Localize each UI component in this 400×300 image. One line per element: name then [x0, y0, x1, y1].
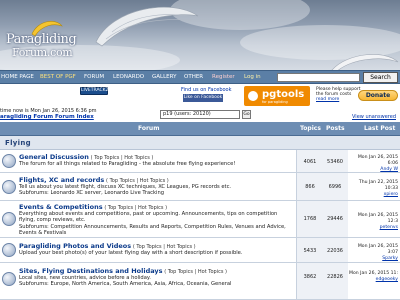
last-post-user[interactable]: Sparky: [349, 256, 398, 262]
category-title[interactable]: Flying: [5, 139, 31, 147]
logo-text: Forum.com: [12, 46, 73, 59]
last-post: Mon Jan 26, 2015 3:07 Sparky: [349, 244, 400, 262]
last-post-user[interactable]: edgeoeky: [349, 277, 398, 283]
forum-cell: General Discussion ( Top Topics | Hot To…: [19, 153, 294, 167]
search-button[interactable]: Search: [363, 72, 398, 83]
paraglider-wing-image: [331, 54, 399, 70]
pgtools-title: pgtools: [262, 89, 305, 100]
forum-folder-icon: [2, 243, 16, 257]
forum-subforums[interactable]: Subforums: Leonardo XC server, Leonardo …: [19, 190, 294, 196]
nav-home[interactable]: HOME PAGE: [1, 74, 34, 80]
forum-cell: Flights, XC and records ( Top Topics | H…: [19, 176, 294, 197]
forum-row: Flights, XC and records ( Top Topics | H…: [0, 173, 400, 201]
forum-cell: Events & Competitions ( Top Topics | Hot…: [19, 203, 294, 236]
last-post-date: Mon Jan 26, 2015 3:07: [357, 244, 398, 255]
header-topics: Topics: [300, 125, 321, 132]
pgtools-icon: [248, 91, 258, 101]
forum-description: Upload your best photo(s) of your latest…: [19, 250, 243, 256]
forum-title-link[interactable]: Paragliding Photos and Videos: [19, 242, 131, 250]
read-more-link[interactable]: read more: [316, 97, 339, 102]
support-text: Please help support the forum costs: [316, 87, 361, 98]
forum-title-link[interactable]: General Discussion: [19, 153, 89, 161]
nav-best-of-pgf[interactable]: BEST OF PGF: [40, 74, 76, 80]
last-post: Mon Jan 26, 2015 11: edgeoeky: [349, 271, 400, 283]
nav-login[interactable]: Log in: [244, 74, 261, 80]
forum-description: The forum for all things related to Para…: [19, 161, 236, 167]
last-post-user[interactable]: xpiero: [349, 192, 398, 198]
header-forum: Forum: [138, 125, 160, 132]
posts-count: 22036: [322, 238, 348, 262]
header-posts: Posts: [326, 125, 345, 132]
forum-cell: Paragliding Photos and Videos ( Top Topi…: [19, 242, 294, 256]
site-banner: Paragliding Forum.com: [0, 0, 400, 70]
livetrack-badge[interactable]: LIVETRACK24: [80, 87, 111, 95]
topics-count: 3862: [297, 263, 323, 299]
forum-title-link[interactable]: Flights, XC and records: [19, 176, 104, 184]
posts-count: 29446: [322, 201, 348, 237]
posts-count: 53460: [322, 150, 348, 172]
topics-count: 866: [297, 173, 323, 200]
forum-title-link[interactable]: Events & Competitions: [19, 203, 103, 211]
last-post-date: Mon Jan 26, 2015 12:3: [357, 213, 398, 224]
forum-subforums[interactable]: Subforums: Competition Announcements, Re…: [19, 224, 294, 237]
last-post: Thu Jan 22, 2015 10:33 xpiero: [349, 180, 400, 198]
last-post-user[interactable]: petenvs: [349, 225, 398, 231]
nav-leonardo[interactable]: LEONARDO: [113, 74, 144, 80]
topics-count: 4061: [297, 150, 323, 172]
pgtools-subtitle: for paragliding: [262, 100, 288, 104]
search-input[interactable]: [277, 73, 360, 82]
forum-folder-icon: [2, 272, 16, 286]
last-post-date: Mon Jan 26, 2015 6:06: [357, 155, 398, 166]
nav-gallery[interactable]: GALLERY: [152, 74, 176, 80]
pgtools-banner[interactable]: pgtools for paragliding: [244, 86, 310, 106]
go-button[interactable]: Go: [242, 110, 251, 119]
forum-title-link[interactable]: Sites, Flying Destinations and Holidays: [19, 267, 163, 275]
forum-row: Events & Competitions ( Top Topics | Hot…: [0, 201, 400, 238]
forum-folder-icon: [2, 212, 16, 226]
paraglider-wing-image: [95, 6, 199, 47]
forum-folder-icon: [2, 154, 16, 168]
category-row: Flying: [0, 136, 400, 150]
forum-cell: Sites, Flying Destinations and Holidays …: [19, 267, 294, 288]
forum-description: Everything about events and competitions…: [19, 211, 278, 224]
forum-table-header: Forum Topics Posts Last Post: [0, 122, 400, 136]
last-post-date: Thu Jan 22, 2015 10:33: [358, 180, 398, 191]
forum-row: General Discussion ( Top Topics | Hot To…: [0, 150, 400, 173]
posts-count: 22826: [322, 263, 348, 299]
nav-forum[interactable]: FORUM: [84, 74, 104, 80]
topics-count: 1768: [297, 201, 323, 237]
site-logo[interactable]: Paragliding Forum.com: [6, 30, 86, 60]
forum-row: Sites, Flying Destinations and Holidays …: [0, 263, 400, 300]
nav-other[interactable]: OTHER: [184, 74, 203, 80]
user-select[interactable]: p19 (users: 20120): [160, 110, 240, 119]
forum-folder-icon: [2, 180, 16, 194]
facebook-label[interactable]: Find us on Facebook: [181, 87, 232, 93]
forum-subforums[interactable]: Subforums: Europe, North America, South …: [19, 281, 294, 287]
support-message: Please help support the forum costs read…: [316, 87, 364, 103]
forum-index-link[interactable]: aragliding Forum Forum Index: [0, 114, 94, 120]
last-post: Mon Jan 26, 2015 6:06 Andy W: [349, 155, 400, 172]
view-unanswered-link[interactable]: View unanswered: [352, 114, 396, 120]
forum-row: Paragliding Photos and Videos ( Top Topi…: [0, 238, 400, 263]
topics-count: 5433: [297, 238, 323, 262]
last-post: Mon Jan 26, 2015 12:3 petenvs: [349, 213, 400, 231]
main-nav: HOME PAGE BEST OF PGF FORUM LEONARDO GAL…: [0, 70, 400, 84]
facebook-like-button[interactable]: Like on Facebook: [183, 94, 223, 102]
forum-tags[interactable]: ( Top Topics | Hot Topics ): [164, 269, 227, 275]
posts-count: 6996: [322, 173, 348, 200]
info-strip: LIVETRACK24 Find us on Facebook Like on …: [0, 84, 400, 122]
header-last-post: Last Post: [364, 125, 396, 132]
donate-button[interactable]: Donate: [358, 90, 398, 101]
logo-text: Paragliding: [6, 32, 77, 47]
nav-register[interactable]: Register: [212, 74, 235, 80]
